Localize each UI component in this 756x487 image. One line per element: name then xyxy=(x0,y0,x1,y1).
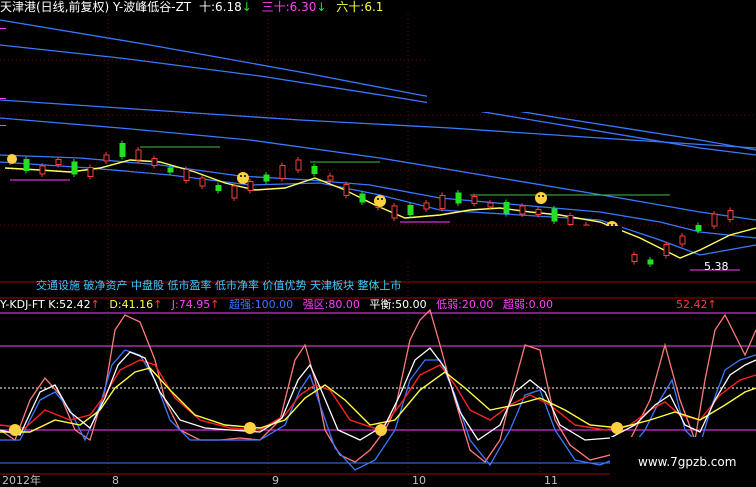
ma30-arrow: ↓ xyxy=(316,0,327,14)
date-axis-month: 10 xyxy=(412,474,426,487)
date-axis-month: 9 xyxy=(272,474,279,487)
ma60-label: 六十: xyxy=(336,0,365,14)
candle-body xyxy=(295,159,302,171)
watermark: www.7gpzb.com xyxy=(638,455,737,469)
candle-body xyxy=(247,181,254,191)
weak-value: 20.00 xyxy=(461,298,494,311)
kdj-name: Y-KDJ-FT xyxy=(0,298,45,311)
candle-body xyxy=(631,254,638,262)
j-arrow: ↑ xyxy=(210,298,220,311)
candle-body xyxy=(663,244,670,256)
main-chart-header: 天津港(日线,前复权) Y-波峰低谷-ZT 十:6.18↓ 三十:6.30↓ 六… xyxy=(0,1,383,14)
smiley-icon xyxy=(7,154,618,233)
overbought-label: 超强: xyxy=(228,298,255,311)
balance-value: 50.00 xyxy=(395,298,427,311)
candle-body xyxy=(263,174,270,182)
candle-body xyxy=(71,161,78,175)
concept-tags: 交通设施 破净资产 中盘股 低市盈率 低市净率 价值优势 天津板块 整体上市 xyxy=(36,279,402,292)
k-value: 52.42 xyxy=(59,298,91,311)
candle-body xyxy=(503,202,510,214)
candle-body xyxy=(407,205,414,215)
candle-body xyxy=(519,205,526,215)
indicator-name: Y-波峰低谷-ZT xyxy=(113,0,192,14)
candle-body xyxy=(679,235,686,245)
candle-body xyxy=(151,158,158,166)
candle-body xyxy=(23,159,30,171)
candle-body xyxy=(327,175,334,181)
right-arrow: ↑ xyxy=(707,298,717,311)
overbought-value: 100.00 xyxy=(254,298,294,311)
j-value: 74.95 xyxy=(178,298,211,311)
kdj-right-value: 52.42↑ xyxy=(676,298,717,311)
low-price-label: 5.38 xyxy=(704,260,729,273)
smiley-icon xyxy=(9,422,623,436)
candle-body xyxy=(39,165,46,175)
d-line xyxy=(0,359,756,431)
candle-body xyxy=(135,149,142,161)
stock-title: 天津港(日线,前复权) xyxy=(0,0,110,14)
right-value: 52.42 xyxy=(676,298,708,311)
candle-body xyxy=(711,213,718,227)
date-axis-month: 11 xyxy=(544,474,558,487)
candle-body xyxy=(183,169,190,181)
candle-body xyxy=(391,205,398,219)
candle-body xyxy=(695,225,702,231)
candle-body xyxy=(55,159,62,165)
candle-body xyxy=(119,143,126,157)
k-arrow: ↑ xyxy=(90,298,100,311)
candle-body xyxy=(343,184,350,196)
ma30-value: 6.30 xyxy=(289,0,317,14)
left-ticks xyxy=(0,28,6,126)
candle-body xyxy=(455,192,462,204)
balance-label: 平衡: xyxy=(369,298,396,311)
ma10-arrow: ↓ xyxy=(241,0,252,14)
candle-body xyxy=(423,202,430,210)
ma30-label: 三十: xyxy=(261,0,290,14)
candle-body xyxy=(551,208,558,222)
candle-body xyxy=(439,195,446,209)
date-axis-month: 8 xyxy=(112,474,119,487)
k-label: K: xyxy=(48,298,60,311)
candle-body xyxy=(535,209,542,215)
ma10-label: 十: xyxy=(198,0,216,14)
j-label: J: xyxy=(171,298,179,311)
candle-body xyxy=(87,167,94,177)
candle-body xyxy=(727,210,734,220)
strong-label: 强区: xyxy=(302,298,329,311)
strong-value: 80.00 xyxy=(328,298,360,311)
oversold-label: 超弱: xyxy=(502,298,529,311)
weak-label: 低弱: xyxy=(436,298,462,311)
occlusion-block xyxy=(133,226,622,262)
candle-body xyxy=(103,154,110,162)
candle-body xyxy=(567,215,574,225)
candle-body xyxy=(167,167,174,173)
ma10-value: 6.18 xyxy=(215,0,242,14)
candle-body xyxy=(199,177,206,187)
oversold-value: 0.00 xyxy=(528,298,554,311)
d-arrow: ↑ xyxy=(153,298,163,311)
d-label: D: xyxy=(109,298,122,311)
candle-body xyxy=(359,193,366,203)
candle-body xyxy=(487,202,494,208)
kdj-header: Y-KDJ-FT K:52.42↑ D:41.16↑ J:74.95↑ 超强:1… xyxy=(0,298,553,311)
date-axis-year: 2012年 xyxy=(2,474,41,487)
candle-body xyxy=(231,185,238,199)
candle-body xyxy=(311,166,318,174)
candle-body xyxy=(471,196,478,204)
candle-body xyxy=(279,165,286,179)
candle-body xyxy=(647,259,654,265)
ma60-value: 6.1 xyxy=(364,0,384,14)
occlusion-block xyxy=(427,14,756,112)
candle-body xyxy=(215,185,222,191)
d-value: 41.16 xyxy=(121,298,154,311)
